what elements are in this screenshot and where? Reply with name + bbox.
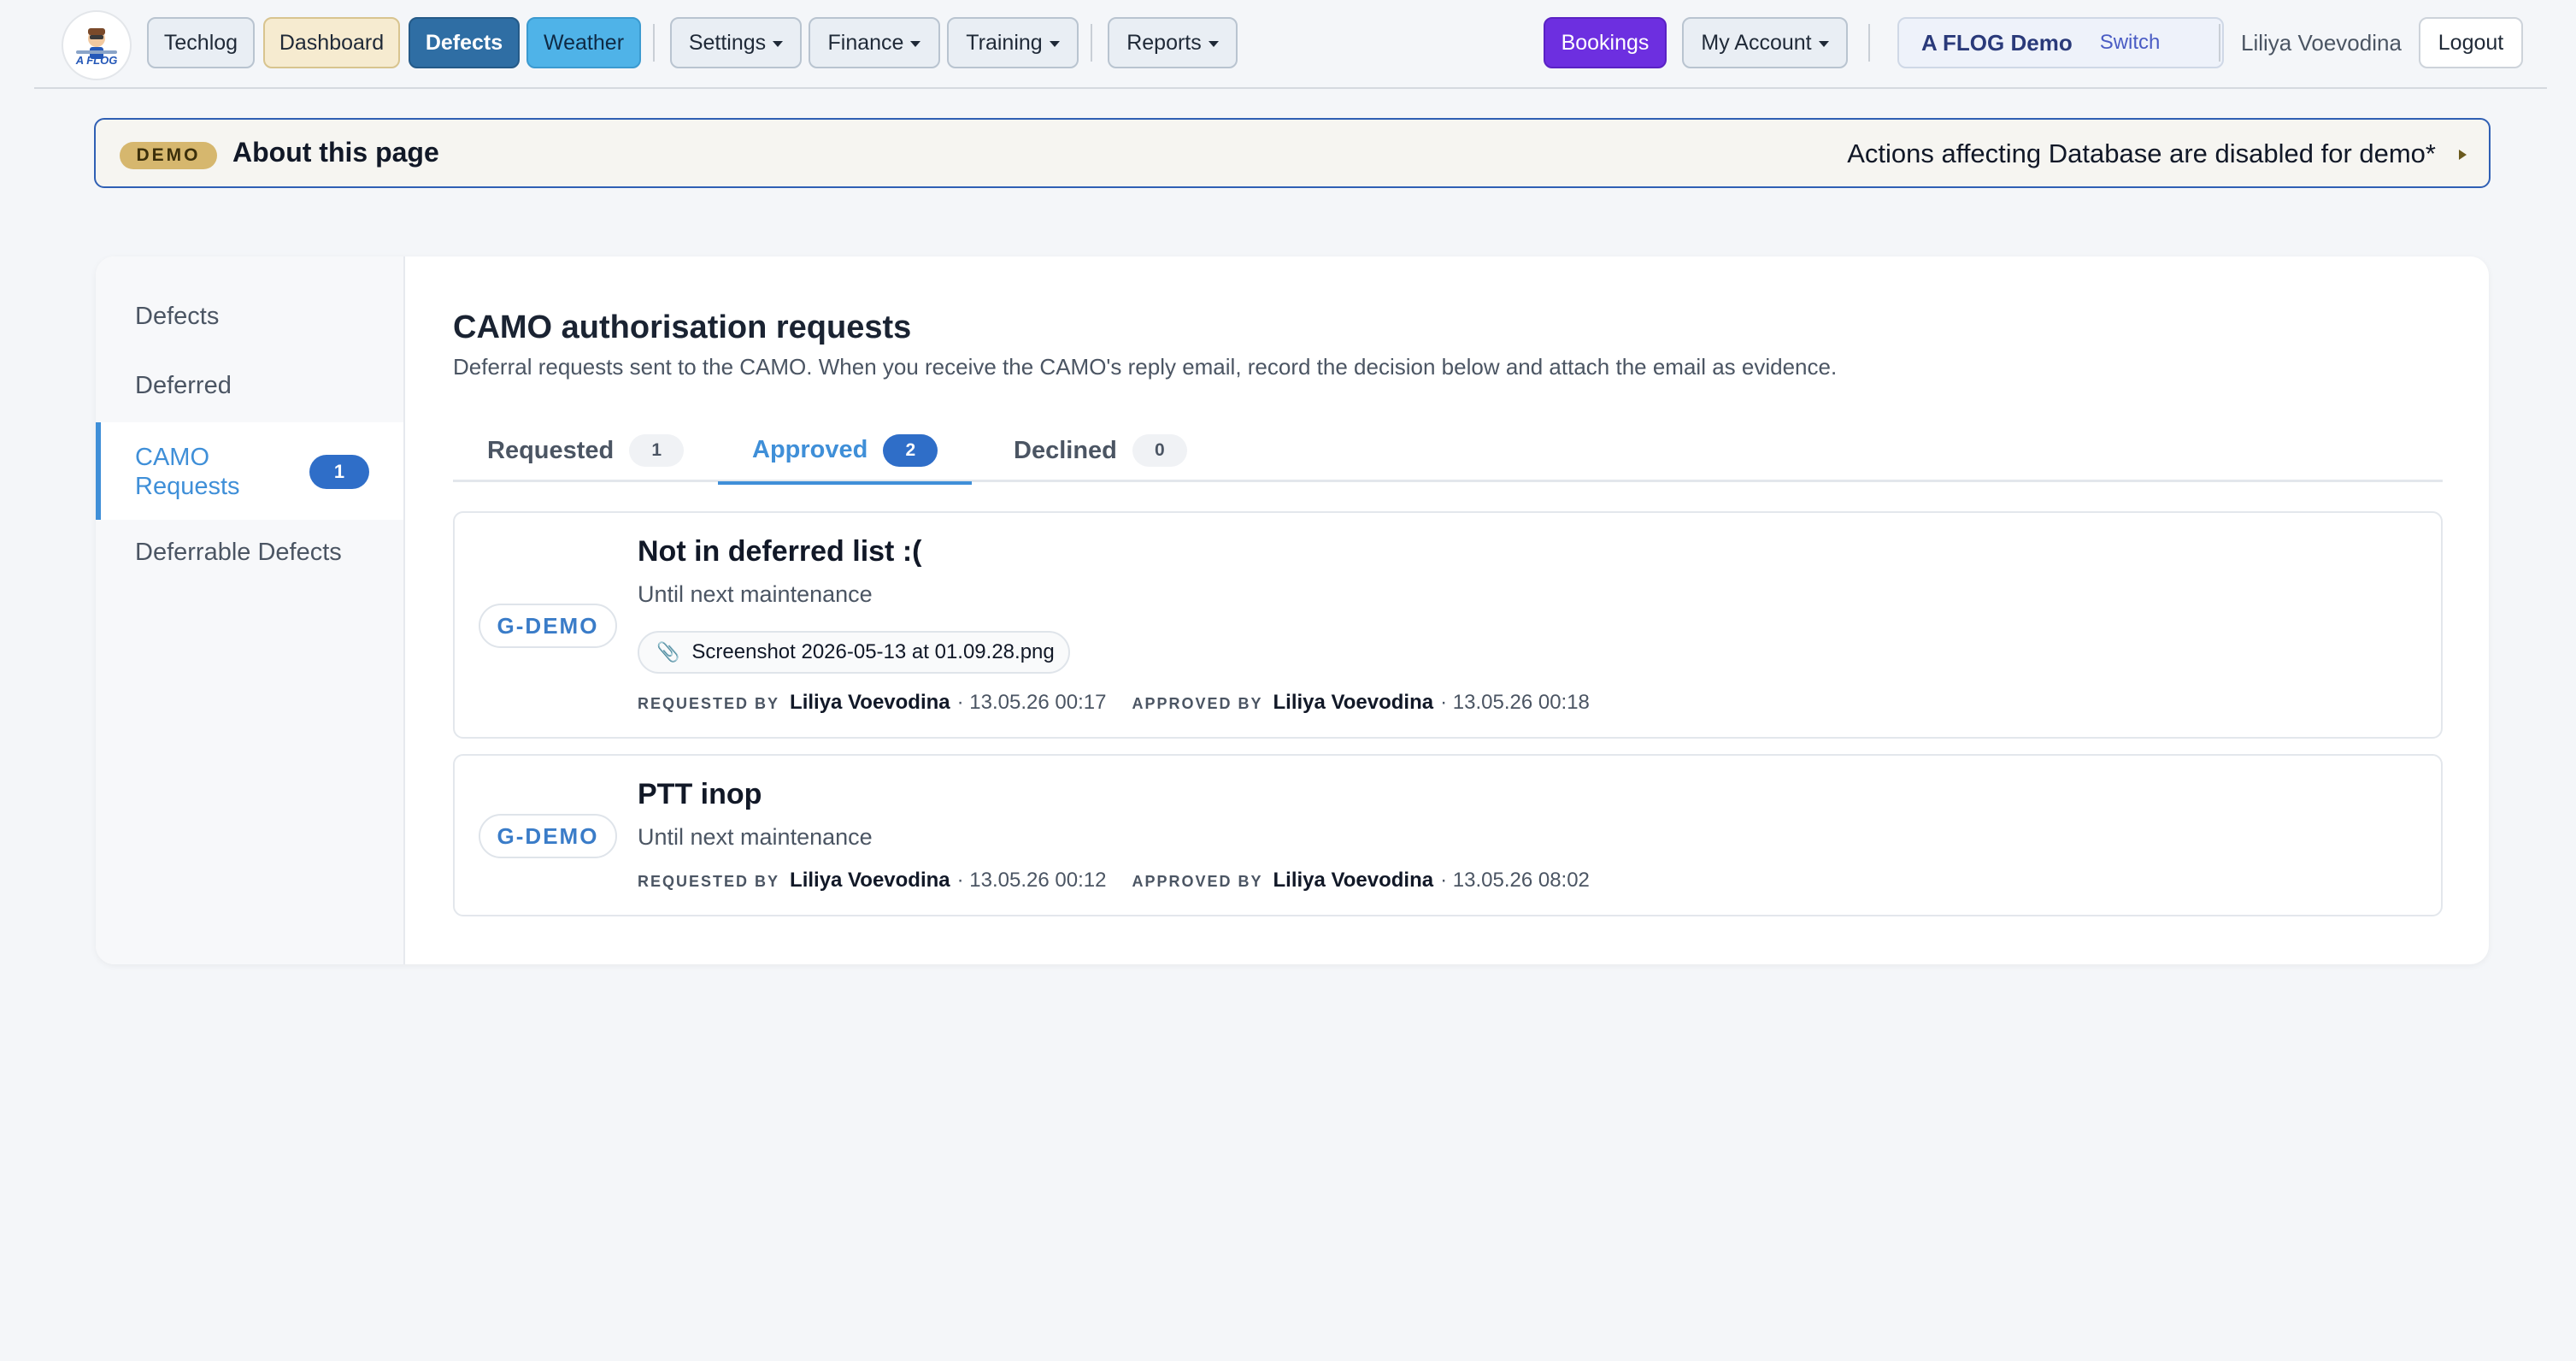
chevron-down-icon (910, 41, 921, 47)
switch-link[interactable]: Switch (2100, 31, 2161, 55)
requested-by-label: REQUESTED BY (638, 873, 780, 890)
tab-label: Requested (487, 436, 615, 464)
tab-label: Declined (1014, 436, 1117, 464)
nav-reports-label: Reports (1126, 30, 1202, 55)
banner-title: About this page (232, 137, 439, 168)
tab-approved[interactable]: Approved 2 (718, 419, 973, 485)
banner-note: Actions affecting Database are disabled … (1847, 138, 2436, 168)
tab-requested[interactable]: Requested 1 (487, 419, 685, 482)
nav-divider (2219, 24, 2220, 62)
status-tabs: Requested 1 Approved 2 Declined 0 (453, 419, 2443, 485)
nav-weather-button[interactable]: Weather (526, 17, 641, 68)
organisation-name: A FLOG Demo (1921, 29, 2073, 56)
aircraft-registration-badge: G-DEMO (479, 814, 617, 858)
nav-divider (653, 24, 655, 62)
demo-banner[interactable]: DEMO About this page Actions affecting D… (94, 118, 2491, 188)
nav-finance-label: Finance (827, 30, 904, 55)
nav-settings-dropdown[interactable]: Settings (670, 17, 802, 68)
top-navbar: A FLOG Techlog Dashboard Defects Weather… (34, 0, 2547, 89)
nav-training-dropdown[interactable]: Training (947, 17, 1079, 68)
attachment-filename: Screenshot 2026-05-13 at 01.09.28.png (691, 640, 1055, 663)
current-user-name: Liliya Voevodina (2241, 29, 2402, 56)
request-title: Not in deferred list :( (638, 535, 922, 568)
request-card[interactable]: G-DEMO PTT inop Until next maintenance R… (453, 754, 2443, 916)
tab-count-badge: 2 (883, 433, 938, 467)
nav-finance-dropdown[interactable]: Finance (809, 17, 940, 68)
nav-settings-label: Settings (688, 30, 767, 55)
approved-at: · 13.05.26 00:18 (1440, 691, 1590, 714)
approved-by-name: Liliya Voevodina (1273, 869, 1434, 892)
requested-at: · 13.05.26 00:17 (956, 691, 1107, 714)
nav-reports-dropdown[interactable]: Reports (1108, 17, 1238, 68)
tab-declined[interactable]: Declined 0 (1014, 419, 1187, 482)
approved-by-name: Liliya Voevodina (1273, 691, 1434, 714)
requested-by-label: REQUESTED BY (638, 695, 780, 712)
page-title: CAMO authorisation requests (453, 309, 912, 345)
chevron-down-icon (1208, 41, 1219, 47)
tab-label: Approved (752, 436, 868, 463)
my-account-dropdown[interactable]: My Account (1682, 17, 1848, 68)
logout-button[interactable]: Logout (2419, 17, 2523, 68)
paperclip-icon: 📎 (656, 641, 680, 663)
request-meta: REQUESTED BY Liliya Voevodina · 13.05.26… (638, 869, 1590, 893)
sidebar-item-defects[interactable]: Defects (96, 303, 403, 331)
requested-by-name: Liliya Voevodina (790, 869, 950, 892)
bookings-button[interactable]: Bookings (1544, 17, 1667, 68)
request-description: Until next maintenance (638, 581, 873, 607)
demo-badge: DEMO (120, 142, 217, 169)
sidebar-item-deferred[interactable]: Deferred (96, 372, 403, 400)
approved-at: · 13.05.26 08:02 (1440, 869, 1590, 892)
page-subtitle: Deferral requests sent to the CAMO. When… (453, 354, 1838, 380)
expand-triangle-icon[interactable] (2459, 150, 2467, 160)
requested-at: · 13.05.26 00:12 (956, 869, 1107, 892)
sidebar-item-camo-requests[interactable]: CAMO Requests 1 (96, 422, 403, 520)
approved-by-label: APPROVED BY (1132, 873, 1263, 890)
tab-count-badge: 1 (629, 434, 685, 467)
chevron-down-icon (1049, 41, 1060, 47)
request-meta: REQUESTED BY Liliya Voevodina · 13.05.26… (638, 691, 1590, 715)
nav-defects-button[interactable]: Defects (409, 17, 520, 68)
approved-by-label: APPROVED BY (1132, 695, 1263, 712)
aircraft-registration-badge: G-DEMO (479, 604, 617, 648)
requested-by-name: Liliya Voevodina (790, 691, 950, 714)
organisation-switcher: A FLOG Demo Switch (1897, 17, 2224, 68)
nav-techlog-button[interactable]: Techlog (147, 17, 255, 68)
nav-training-label: Training (966, 30, 1043, 55)
nav-dashboard-button[interactable]: Dashboard (263, 17, 400, 68)
nav-divider (1868, 24, 1870, 62)
logo-text: A FLOG (75, 54, 118, 67)
chevron-down-icon (773, 41, 784, 47)
main-content: CAMO authorisation requests Deferral req… (453, 256, 2444, 964)
sidebar-item-deferrable-defects[interactable]: Deferrable Defects (96, 539, 403, 567)
my-account-label: My Account (1701, 30, 1812, 55)
request-description: Until next maintenance (638, 824, 873, 850)
sidebar-item-label: CAMO Requests (135, 444, 240, 500)
request-title: PTT inop (638, 778, 762, 810)
chevron-down-icon (1818, 41, 1829, 47)
request-card[interactable]: G-DEMO Not in deferred list :( Until nex… (453, 511, 2443, 739)
main-card: Defects Deferred CAMO Requests 1 Deferra… (96, 256, 2489, 964)
attachment-chip[interactable]: 📎 Screenshot 2026-05-13 at 01.09.28.png (638, 631, 1070, 674)
tab-count-badge: 0 (1132, 434, 1187, 467)
sidebar: Defects Deferred CAMO Requests 1 Deferra… (96, 256, 405, 964)
camo-requests-count-badge: 1 (309, 455, 369, 489)
app-logo[interactable]: A FLOG (62, 10, 132, 80)
nav-divider (1091, 24, 1092, 62)
